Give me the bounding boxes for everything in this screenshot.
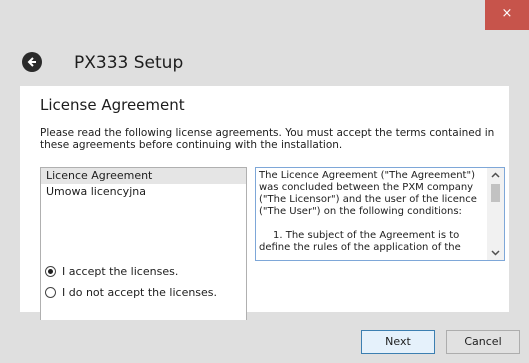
scroll-thumb[interactable] <box>491 184 500 202</box>
chevron-up-icon[interactable] <box>487 168 504 182</box>
radio-selected-dot <box>48 269 53 274</box>
page-heading: License Agreement <box>40 96 185 114</box>
accept-radio[interactable] <box>45 266 56 277</box>
back-arrow-icon <box>27 57 36 67</box>
license-item-licence-agreement[interactable]: Licence Agreement <box>41 168 246 184</box>
license-paragraph-2: 1. The subject of the Agreement is to de… <box>259 230 461 253</box>
instructions-text: Please read the following license agreem… <box>40 127 495 151</box>
license-text-content: The Licence Agreement ("The Agreement") … <box>259 170 485 254</box>
window-title: PX333 Setup <box>74 53 184 73</box>
license-text-box[interactable]: The Licence Agreement ("The Agreement") … <box>255 167 505 261</box>
setup-window: × PX333 Setup License Agreement Please r… <box>0 0 529 363</box>
next-button[interactable]: Next <box>361 330 435 354</box>
license-scrollbar[interactable] <box>487 168 504 260</box>
wizard-header: PX333 Setup <box>8 41 521 85</box>
close-icon: × <box>501 6 513 21</box>
accept-label[interactable]: I accept the licenses. <box>62 265 178 279</box>
cancel-button[interactable]: Cancel <box>446 330 520 354</box>
close-button[interactable]: × <box>485 0 529 30</box>
back-button[interactable] <box>22 52 42 72</box>
decline-label[interactable]: I do not accept the licenses. <box>62 286 217 300</box>
chevron-down-icon[interactable] <box>487 246 504 260</box>
license-list[interactable]: Licence Agreement Umowa licencyjna <box>40 167 247 342</box>
license-paragraph-1: The Licence Agreement ("The Agreement") … <box>259 170 477 217</box>
license-item-umowa-licencyjna[interactable]: Umowa licencyjna <box>41 184 246 200</box>
decline-radio[interactable] <box>45 287 56 298</box>
wizard-footer: Next Cancel <box>0 320 529 363</box>
